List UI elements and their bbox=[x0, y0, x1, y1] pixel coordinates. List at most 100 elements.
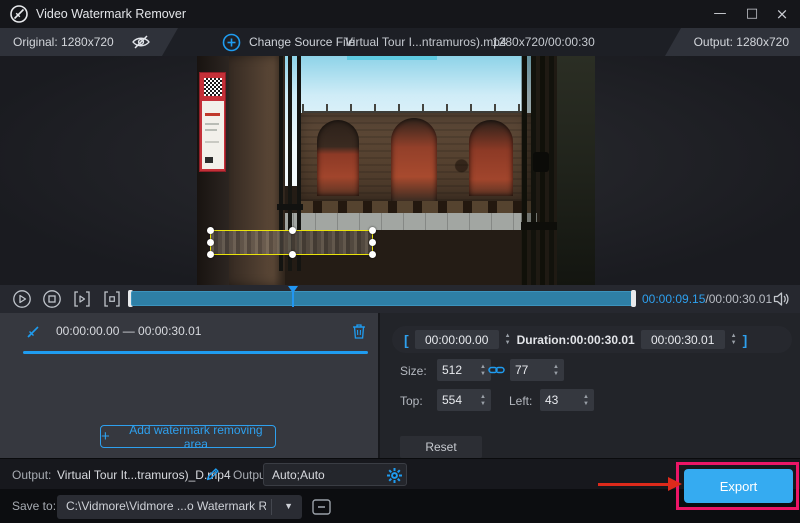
add-watermark-area-button[interactable]: + Add watermark removing area bbox=[100, 425, 276, 448]
toolbar: Original: 1280x720 Change Source File Vi… bbox=[0, 28, 800, 56]
source-resolution-duration: 1280x720/00:00:30 bbox=[492, 35, 595, 49]
wall-ledge bbox=[297, 201, 532, 213]
gate-lock bbox=[533, 152, 549, 172]
frame-stop-button[interactable] bbox=[102, 289, 124, 309]
poster-qr-code bbox=[204, 78, 222, 96]
spin-down-icon[interactable]: ▼ bbox=[583, 401, 589, 407]
size-width-spinner[interactable]: ▲▼ bbox=[480, 364, 486, 377]
timeline-track[interactable] bbox=[131, 291, 633, 306]
change-source-file-button[interactable]: Change Source File bbox=[222, 31, 355, 53]
left-spinner[interactable]: ▲▼ bbox=[583, 394, 589, 407]
app-window: Video Watermark Remover — □ × Original: … bbox=[0, 0, 800, 523]
size-height-field: ▲▼ bbox=[510, 359, 564, 381]
save-path-input[interactable] bbox=[66, 499, 266, 513]
dropdown-divider bbox=[271, 499, 272, 515]
top-input[interactable] bbox=[442, 393, 476, 407]
caret-down-icon[interactable]: ▼ bbox=[284, 501, 293, 511]
save-to-row: Save to: ▼ bbox=[0, 489, 800, 523]
minimize-button[interactable]: — bbox=[704, 0, 736, 28]
brush-icon bbox=[24, 323, 42, 341]
top-field: ▲▼ bbox=[437, 389, 491, 411]
size-width-input[interactable] bbox=[442, 363, 476, 377]
end-time-spinner[interactable]: ▲▼ bbox=[731, 333, 737, 346]
spin-up-icon[interactable]: ▲ bbox=[583, 394, 589, 400]
start-time-input[interactable] bbox=[415, 330, 499, 349]
start-time-spinner[interactable]: ▲▼ bbox=[505, 333, 511, 346]
properties-panel: [ ▲▼ Duration:00:00:30.01 ▲▼ ] Size: ▲▼ … bbox=[378, 313, 800, 458]
reset-button[interactable]: Reset bbox=[400, 436, 482, 458]
stop-button[interactable] bbox=[42, 289, 64, 309]
spin-up-icon[interactable]: ▲ bbox=[480, 394, 486, 400]
duration-label: Duration:00:00:30.01 bbox=[517, 333, 635, 347]
play-button[interactable] bbox=[12, 289, 34, 309]
spin-down-icon[interactable]: ▼ bbox=[505, 340, 511, 346]
app-logo-icon bbox=[9, 4, 29, 24]
sky-highlight bbox=[347, 56, 437, 60]
eye-off-icon[interactable] bbox=[130, 33, 152, 51]
plus-circle-icon bbox=[222, 33, 241, 52]
spin-down-icon[interactable]: ▼ bbox=[480, 401, 486, 407]
end-time-input[interactable] bbox=[641, 330, 725, 349]
output-format-input[interactable] bbox=[272, 466, 377, 483]
link-aspect-icon[interactable] bbox=[488, 363, 505, 377]
left-input[interactable] bbox=[545, 393, 579, 407]
watermark-duration-bar[interactable] bbox=[23, 351, 368, 354]
bracket-close-button[interactable]: ] bbox=[743, 332, 748, 348]
selection-handle-top-center[interactable] bbox=[289, 227, 296, 234]
window-title: Video Watermark Remover bbox=[36, 7, 186, 21]
selection-handle-bottom-right[interactable] bbox=[369, 251, 376, 258]
watermark-list-panel: 00:00:00.00 — 00:00:30.01 + Add watermar… bbox=[0, 313, 378, 458]
spin-down-icon[interactable]: ▼ bbox=[480, 371, 486, 377]
bracket-open-button[interactable]: [ bbox=[404, 332, 409, 348]
arch-window-right bbox=[469, 120, 513, 196]
elapsed-time: 00:00:09.15 bbox=[642, 292, 705, 306]
frame-play-button[interactable] bbox=[72, 289, 94, 309]
output-settings-row: Output: Virtual Tour It...tramuros)_D.mp… bbox=[0, 458, 800, 489]
selection-handle-top-right[interactable] bbox=[369, 227, 376, 234]
volume-icon[interactable] bbox=[772, 290, 790, 308]
selection-handle-top-left[interactable] bbox=[207, 227, 214, 234]
spin-up-icon[interactable]: ▲ bbox=[505, 333, 511, 339]
size-height-spinner[interactable]: ▲▼ bbox=[553, 364, 559, 377]
plus-icon: + bbox=[101, 429, 110, 444]
save-path-dropdown[interactable]: ▼ bbox=[57, 495, 302, 519]
gear-icon[interactable] bbox=[386, 467, 403, 484]
total-time: /00:00:30.01 bbox=[705, 292, 772, 306]
original-resolution-tab: Original: 1280x720 bbox=[0, 28, 200, 56]
add-watermark-area-label: Add watermark removing area bbox=[117, 423, 275, 451]
source-filename: Virtual Tour I...ntramuros).mp4 bbox=[345, 35, 507, 49]
selection-handle-bottom-left[interactable] bbox=[207, 251, 214, 258]
spin-down-icon[interactable]: ▼ bbox=[553, 371, 559, 377]
size-label: Size: bbox=[400, 364, 427, 378]
top-spinner[interactable]: ▲▼ bbox=[480, 394, 486, 407]
maximize-button[interactable]: □ bbox=[736, 0, 768, 28]
left-field: ▲▼ bbox=[540, 389, 594, 411]
preview-stage bbox=[0, 56, 800, 285]
trash-icon[interactable] bbox=[350, 321, 368, 341]
change-source-file-label: Change Source File bbox=[249, 35, 355, 49]
watermark-selection-box[interactable] bbox=[210, 230, 373, 255]
selection-handle-mid-left[interactable] bbox=[207, 239, 214, 246]
selection-handle-mid-right[interactable] bbox=[369, 239, 376, 246]
export-button[interactable]: Export bbox=[684, 469, 793, 503]
watermark-time-range: 00:00:00.00 — 00:00:30.01 bbox=[56, 324, 201, 338]
spin-up-icon[interactable]: ▲ bbox=[553, 364, 559, 370]
trim-handle-end[interactable] bbox=[631, 290, 636, 307]
transport-bar: 00:00:09.15/00:00:30.01 bbox=[0, 285, 800, 313]
size-height-input[interactable] bbox=[515, 363, 549, 377]
tunnel-wall-right bbox=[557, 56, 595, 285]
pencil-icon[interactable] bbox=[204, 465, 222, 483]
close-button[interactable]: × bbox=[766, 0, 798, 28]
selection-handle-bottom-center[interactable] bbox=[289, 251, 296, 258]
spin-up-icon[interactable]: ▲ bbox=[731, 333, 737, 339]
spin-up-icon[interactable]: ▲ bbox=[480, 364, 486, 370]
spin-down-icon[interactable]: ▼ bbox=[731, 340, 737, 346]
save-to-label: Save to: bbox=[12, 499, 56, 513]
watermark-list-item[interactable]: 00:00:00.00 — 00:00:30.01 bbox=[0, 313, 378, 353]
poster-body bbox=[202, 101, 224, 169]
output-format-field bbox=[263, 463, 407, 486]
playhead-line bbox=[292, 292, 294, 307]
left-label: Left: bbox=[509, 394, 532, 408]
folder-icon[interactable] bbox=[310, 496, 333, 518]
size-width-field: ▲▼ bbox=[437, 359, 491, 381]
